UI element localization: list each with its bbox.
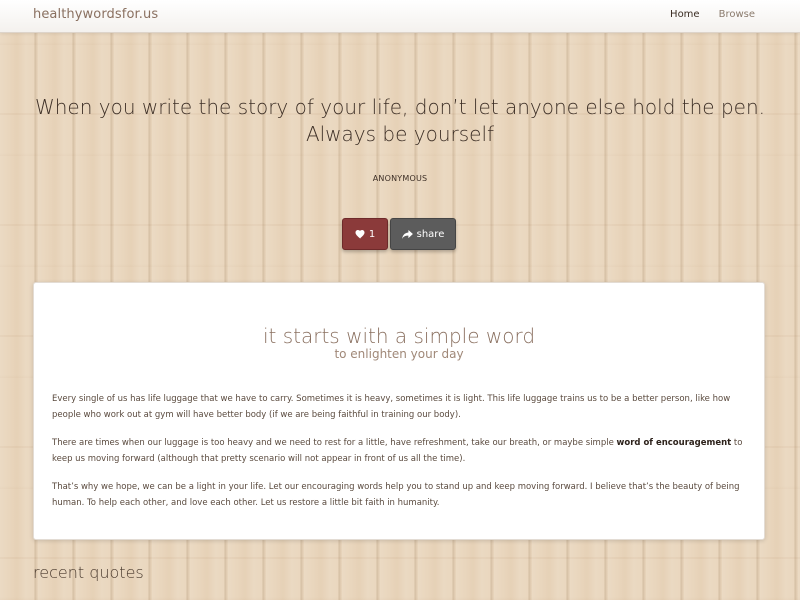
paragraph-2-text-start: There are times when our luggage is too … — [52, 438, 617, 448]
intro-paragraph-2: There are times when our luggage is too … — [52, 435, 748, 467]
intro-subtitle: to enlighten your day — [334, 347, 464, 361]
recent-quotes-heading: recent quotes — [33, 563, 144, 582]
intro-paragraph-1: Every single of us has life luggage that… — [52, 394, 731, 420]
share-button[interactable]: share — [390, 218, 456, 250]
intro-paragraph-3: That’s why we hope, we can be a light in… — [52, 482, 740, 508]
share-label: share — [416, 228, 445, 240]
intro-title: it starts with a simple word — [262, 324, 536, 348]
nav-browse-link[interactable]: Browse — [719, 9, 755, 20]
like-button[interactable]: 1 — [342, 218, 388, 250]
share-arrow-icon — [401, 229, 413, 239]
quote-text: When you write the story of your life, d… — [34, 95, 765, 146]
brand-logo-link[interactable]: healthywordsfor.us — [33, 7, 158, 22]
encouragement-emphasis: word of encouragement — [616, 438, 732, 448]
nav-links: Home Browse — [670, 9, 755, 20]
intro-card: it starts with a simple word to enlighte… — [33, 282, 765, 540]
heart-icon — [355, 229, 365, 239]
navbar: healthywordsfor.us Home Browse — [0, 0, 800, 33]
quote-author: ANONYMOUS — [372, 174, 428, 183]
like-count: 1 — [368, 228, 376, 240]
nav-home-link[interactable]: Home — [670, 9, 700, 20]
